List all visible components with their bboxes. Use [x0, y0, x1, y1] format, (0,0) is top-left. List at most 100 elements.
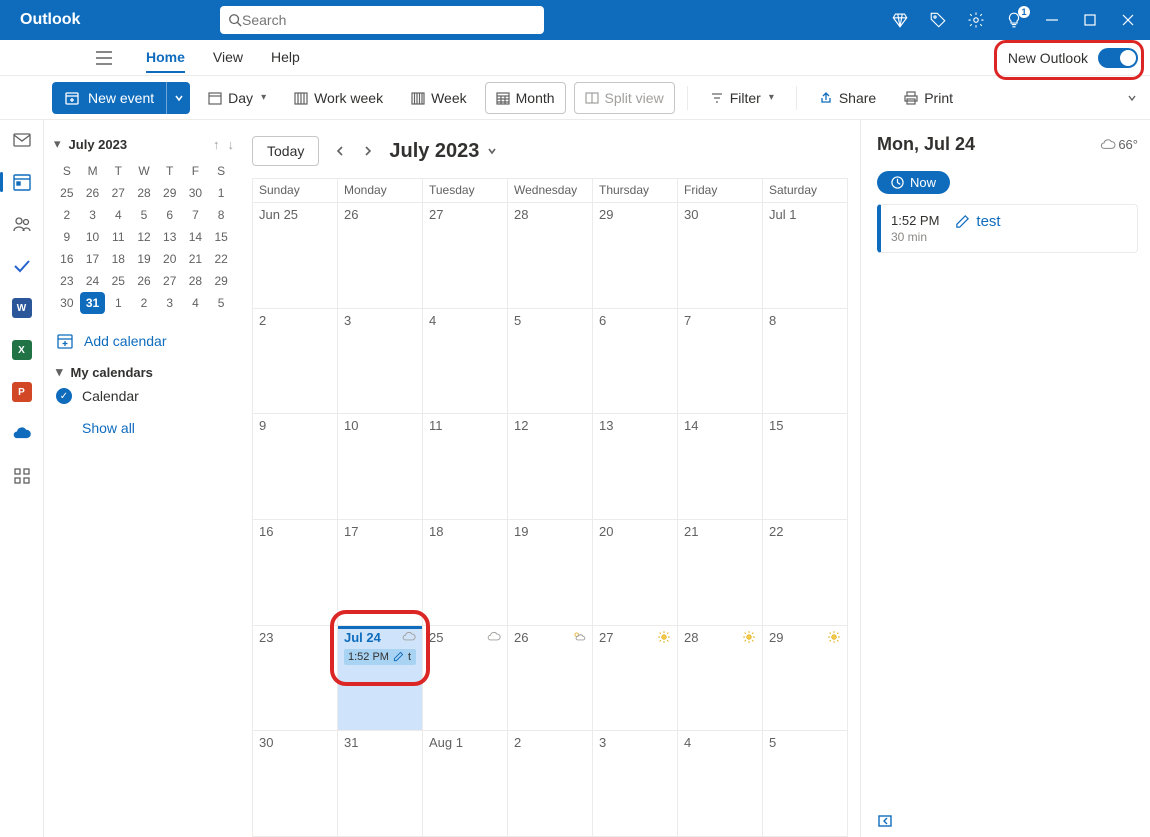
mini-day[interactable]: 5	[208, 292, 234, 314]
calendar-cell[interactable]: 30	[253, 731, 338, 837]
mini-day[interactable]: 28	[183, 270, 209, 292]
minimize-button[interactable]	[1042, 10, 1062, 30]
add-calendar-button[interactable]: Add calendar	[56, 332, 234, 350]
my-calendars-header[interactable]: ▾ My calendars	[56, 364, 234, 380]
calendar-cell[interactable]: Jun 25	[253, 203, 338, 309]
agenda-item[interactable]: 1:52 PM 30 min test	[877, 204, 1138, 253]
close-button[interactable]	[1118, 10, 1138, 30]
mini-day[interactable]: 19	[131, 248, 157, 270]
mini-day[interactable]: 18	[105, 248, 131, 270]
month-view-button[interactable]: Month	[485, 82, 566, 114]
mini-day[interactable]: 4	[183, 292, 209, 314]
new-outlook-toggle[interactable]	[1098, 48, 1138, 68]
calendar-cell[interactable]: 14	[678, 414, 763, 520]
rail-word[interactable]: W	[8, 294, 36, 322]
calendar-cell[interactable]: 3	[338, 309, 423, 415]
mini-day[interactable]: 27	[105, 182, 131, 204]
calendar-cell[interactable]: 13	[593, 414, 678, 520]
calendar-cell[interactable]: 3	[593, 731, 678, 837]
calendar-cell[interactable]: 2	[253, 309, 338, 415]
mini-day[interactable]: 29	[157, 182, 183, 204]
mini-day[interactable]: 30	[54, 292, 80, 314]
tab-help[interactable]: Help	[271, 43, 300, 73]
calendar-cell[interactable]: 25	[423, 626, 508, 732]
calendar-cell[interactable]: 6	[593, 309, 678, 415]
mini-day[interactable]: 3	[80, 204, 106, 226]
today-button[interactable]: Today	[252, 136, 319, 166]
calendar-cell[interactable]: 31	[338, 731, 423, 837]
premium-icon[interactable]	[890, 10, 910, 30]
search-box[interactable]	[220, 6, 544, 34]
mini-day[interactable]: 5	[131, 204, 157, 226]
calendar-cell[interactable]: 28	[678, 626, 763, 732]
calendar-cell[interactable]: 27	[423, 203, 508, 309]
mini-day[interactable]: 17	[80, 248, 106, 270]
calendar-cell[interactable]: 18	[423, 520, 508, 626]
mini-day[interactable]: 27	[157, 270, 183, 292]
calendar-cell[interactable]: 9	[253, 414, 338, 520]
hamburger-button[interactable]	[96, 43, 112, 73]
show-all-button[interactable]: Show all	[82, 420, 234, 436]
prev-month-button[interactable]	[333, 144, 347, 158]
mini-day[interactable]: 2	[54, 204, 80, 226]
calendar-item[interactable]: ✓ Calendar	[56, 388, 234, 404]
calendar-cell[interactable]: 16	[253, 520, 338, 626]
rail-todo[interactable]	[8, 252, 36, 280]
rail-powerpoint[interactable]: P	[8, 378, 36, 406]
mini-prev[interactable]: ↑	[213, 137, 220, 152]
mini-day[interactable]: 4	[105, 204, 131, 226]
tag-icon[interactable]	[928, 10, 948, 30]
calendar-cell[interactable]: 10	[338, 414, 423, 520]
calendar-cell[interactable]: 29	[593, 203, 678, 309]
print-button[interactable]: Print	[894, 82, 963, 114]
mini-day[interactable]: 28	[131, 182, 157, 204]
collapse-detail-button[interactable]	[877, 805, 1138, 837]
tab-view[interactable]: View	[213, 43, 243, 73]
calendar-check-icon[interactable]: ✓	[56, 388, 72, 404]
mini-day[interactable]: 25	[105, 270, 131, 292]
calendar-cell[interactable]: Jul 241:52 PMt	[338, 626, 423, 732]
work-week-button[interactable]: Work week	[284, 82, 393, 114]
calendar-cell[interactable]: 17	[338, 520, 423, 626]
mini-day[interactable]: 1	[105, 292, 131, 314]
calendar-cell[interactable]: 4	[678, 731, 763, 837]
mini-day[interactable]: 11	[105, 226, 131, 248]
calendar-cell[interactable]: 22	[763, 520, 848, 626]
settings-icon[interactable]	[966, 10, 986, 30]
new-event-dropdown[interactable]	[166, 82, 190, 114]
calendar-cell[interactable]: 5	[763, 731, 848, 837]
rail-mail[interactable]	[8, 126, 36, 154]
next-month-button[interactable]	[361, 144, 375, 158]
mini-day[interactable]: 10	[80, 226, 106, 248]
calendar-cell[interactable]: 5	[508, 309, 593, 415]
maximize-button[interactable]	[1080, 10, 1100, 30]
ribbon-collapse-button[interactable]	[1126, 92, 1138, 104]
rail-more-apps[interactable]	[8, 462, 36, 490]
calendar-cell[interactable]: 12	[508, 414, 593, 520]
calendar-cell[interactable]: Jul 1	[763, 203, 848, 309]
calendar-cell[interactable]: 21	[678, 520, 763, 626]
mini-next[interactable]: ↓	[228, 137, 235, 152]
calendar-cell[interactable]: 4	[423, 309, 508, 415]
calendar-cell[interactable]: 11	[423, 414, 508, 520]
share-button[interactable]: Share	[809, 82, 886, 114]
mini-day[interactable]: 3	[157, 292, 183, 314]
mini-day[interactable]: 31	[80, 292, 106, 314]
mini-day[interactable]: 26	[80, 182, 106, 204]
calendar-cell[interactable]: 19	[508, 520, 593, 626]
rail-calendar[interactable]	[8, 168, 36, 196]
mini-day[interactable]: 15	[208, 226, 234, 248]
event-chip[interactable]: 1:52 PMt	[344, 649, 416, 665]
calendar-cell[interactable]: 28	[508, 203, 593, 309]
mini-day[interactable]: 29	[208, 270, 234, 292]
calendar-cell[interactable]: 15	[763, 414, 848, 520]
calendar-cell[interactable]: 29	[763, 626, 848, 732]
rail-people[interactable]	[8, 210, 36, 238]
mini-day[interactable]: 24	[80, 270, 106, 292]
mini-day[interactable]: 25	[54, 182, 80, 204]
mini-day[interactable]: 16	[54, 248, 80, 270]
tips-icon[interactable]: 1	[1004, 10, 1024, 30]
calendar-cell[interactable]: 2	[508, 731, 593, 837]
mini-day[interactable]: 1	[208, 182, 234, 204]
calendar-cell[interactable]: 26	[338, 203, 423, 309]
